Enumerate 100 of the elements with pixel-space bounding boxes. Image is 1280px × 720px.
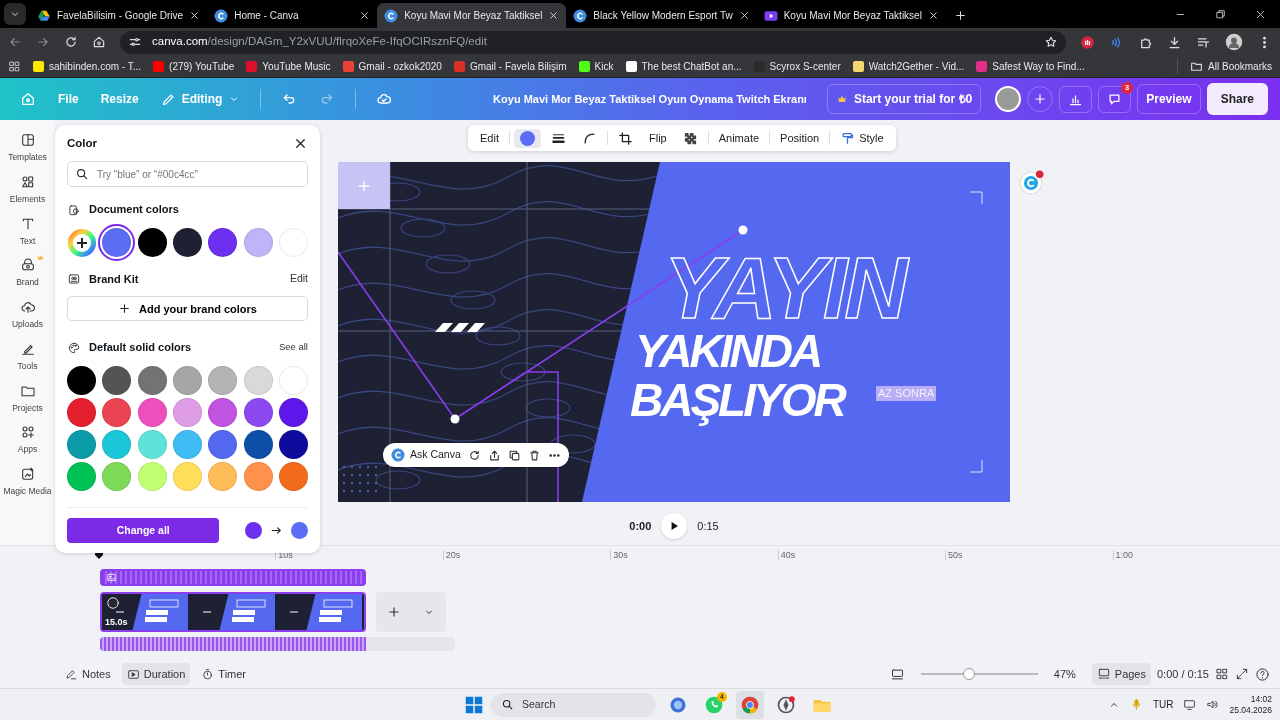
bookmark-link[interactable]: YouTube Music [246, 59, 331, 74]
bookmark-link[interactable]: Gmail - Favela Bilişim [453, 59, 567, 74]
close-icon[interactable] [189, 10, 201, 21]
color-swatch[interactable] [243, 461, 273, 491]
animate-button[interactable]: Animate [712, 127, 766, 149]
position-button[interactable]: Position [774, 127, 826, 149]
color-swatch[interactable] [137, 227, 167, 257]
visibility-icon[interactable] [106, 596, 120, 610]
footer-tab[interactable]: Duration [121, 662, 191, 686]
all-bookmarks-link[interactable]: All Bookmarks [1177, 59, 1272, 74]
color-swatch[interactable] [137, 429, 167, 459]
download-icon[interactable] [1167, 34, 1182, 50]
color-swatch[interactable] [173, 365, 202, 395]
back-icon[interactable] [8, 35, 22, 49]
apps-grid-icon[interactable] [8, 60, 21, 73]
bookmark-link[interactable]: Safest Way to Find... [976, 59, 1085, 74]
canva-assistant-icon[interactable] [1018, 170, 1044, 196]
user-avatar[interactable] [995, 86, 1022, 112]
star-icon[interactable] [1044, 35, 1058, 49]
color-swatch[interactable] [208, 397, 238, 427]
bookmark-link[interactable]: (279) YouTube [153, 59, 235, 74]
color-swatch[interactable] [243, 429, 273, 459]
zoom-slider-thumb[interactable] [962, 668, 975, 680]
windows-start-icon[interactable] [465, 695, 483, 714]
bookmark-link[interactable]: Scyrox S-center [753, 59, 841, 74]
refresh-icon[interactable] [467, 448, 481, 462]
color-swatch[interactable] [243, 397, 273, 427]
change-all-button[interactable]: Change all [67, 518, 220, 543]
new-tab-icon[interactable] [953, 9, 967, 22]
color-swatch[interactable] [208, 365, 238, 395]
address-field[interactable]: canva.com/design/DAGm_Y2xVUU/flrqoXeFe-IfqOCIRsznFQ/edit [120, 30, 1066, 54]
color-swatch[interactable] [102, 397, 132, 427]
forward-icon[interactable] [36, 35, 50, 49]
sidebar-item[interactable]: Uploads [0, 299, 55, 331]
flip-button[interactable]: Flip [642, 127, 673, 149]
comments-button[interactable]: 3 [1098, 85, 1132, 113]
color-swatch[interactable] [137, 365, 167, 395]
see-all-link[interactable]: See all [278, 340, 308, 355]
bookmark-link[interactable]: sahibinden.com - T... [33, 59, 142, 74]
style-button[interactable]: Style [834, 127, 890, 149]
browser-tab[interactable]: Black Yellow Modern Esport Tw [566, 3, 757, 28]
line-color-button[interactable] [513, 128, 541, 148]
color-search-field[interactable]: Try “blue” or “#00c4cc” [67, 161, 308, 188]
close-icon[interactable] [548, 10, 560, 21]
trial-button[interactable]: Start your trial for ₺0 [826, 84, 982, 114]
sidebar-item[interactable]: Elements [0, 173, 55, 206]
document-title[interactable]: Koyu Mavi Mor Beyaz Taktiksel Oyun Oynama Twitch Ekranı [493, 90, 807, 108]
tab-search-button[interactable] [4, 3, 26, 25]
browser-tab[interactable]: Koyu Mavi Mor Beyaz Taktiksel [756, 3, 946, 28]
duplicate-icon[interactable] [507, 448, 521, 462]
share-button[interactable]: Share [1206, 83, 1268, 115]
sidebar-item[interactable]: Brand [0, 257, 55, 289]
sidebar-item[interactable]: Templates [0, 132, 55, 164]
grid-view-icon[interactable] [1215, 667, 1229, 681]
color-swatch[interactable] [173, 397, 202, 427]
ask-canva-button[interactable]: Ask Canva [391, 447, 461, 463]
insights-button[interactable] [1059, 85, 1093, 113]
pages-button[interactable]: Pages [1091, 662, 1151, 686]
browser-tab[interactable]: FavelaBilisim - Google Drive [30, 3, 208, 28]
footer-tab[interactable]: Notes [60, 662, 116, 686]
color-swatch[interactable] [278, 429, 308, 459]
browser-tab[interactable]: Koyu Mavi Mor Beyaz Taktiksel [377, 3, 567, 28]
preview-button[interactable]: Preview [1137, 84, 1201, 114]
bookmark-link[interactable]: Kick [578, 59, 614, 74]
bookmark-link[interactable]: Watch2Gether - Vid... [852, 59, 965, 74]
taskbar-app[interactable] [736, 690, 764, 719]
color-swatch[interactable] [208, 227, 238, 257]
clock-date[interactable]: 25.04.2026 [1229, 704, 1272, 716]
plus-icon[interactable] [387, 605, 401, 619]
add-color-button[interactable] [67, 227, 96, 257]
video-clip[interactable]: 15.0s [100, 592, 366, 632]
bookmark-link[interactable]: Gmail - ozkok2020 [342, 59, 442, 74]
clock-time[interactable]: 14:02 [1250, 693, 1272, 705]
color-swatch[interactable] [102, 365, 132, 395]
close-icon[interactable] [927, 10, 939, 21]
hand-extension-icon[interactable] [1080, 34, 1095, 50]
color-swatch[interactable] [67, 397, 96, 427]
help-icon[interactable] [1255, 666, 1270, 682]
color-swatch[interactable] [137, 397, 167, 427]
audio-track-clip[interactable] [100, 569, 366, 586]
taskbar-search-field[interactable]: Search [491, 692, 656, 717]
avatar-icon[interactable] [1225, 33, 1243, 51]
reload-icon[interactable] [64, 35, 78, 49]
sidebar-item[interactable]: Apps [0, 424, 55, 456]
footer-tab[interactable]: Timer [196, 662, 252, 686]
sidebar-item[interactable]: Tools [0, 340, 55, 373]
trash-icon[interactable] [527, 448, 541, 462]
export-icon[interactable] [487, 448, 501, 462]
color-swatch[interactable] [67, 461, 96, 491]
color-swatch[interactable] [208, 429, 238, 459]
color-swatch[interactable] [137, 461, 167, 491]
site-info-icon[interactable] [128, 35, 142, 49]
color-swatch[interactable] [67, 429, 96, 459]
color-swatch[interactable] [102, 429, 132, 459]
edit-button[interactable]: Edit [474, 127, 505, 149]
fullscreen-icon[interactable] [1235, 667, 1249, 681]
keyboard-language[interactable]: TUR [1152, 697, 1174, 712]
color-swatch[interactable] [278, 397, 308, 427]
browser-tab[interactable]: Home - Canva [207, 3, 378, 28]
audio-waveform-drawing[interactable] [100, 637, 455, 651]
